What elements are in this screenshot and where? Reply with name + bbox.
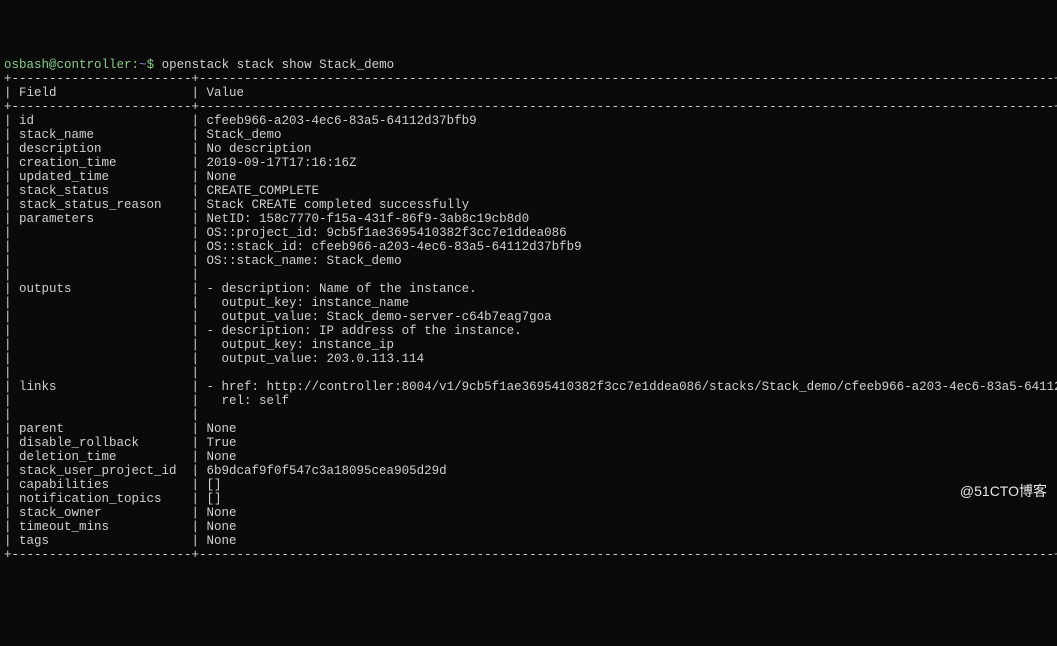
prompt-user: osbash@controller:~	[4, 58, 147, 72]
watermark: @51CTO博客	[960, 484, 1047, 500]
command-text: openstack stack show Stack_demo	[162, 58, 395, 72]
terminal-output-table: +------------------------+--------------…	[4, 72, 1053, 562]
